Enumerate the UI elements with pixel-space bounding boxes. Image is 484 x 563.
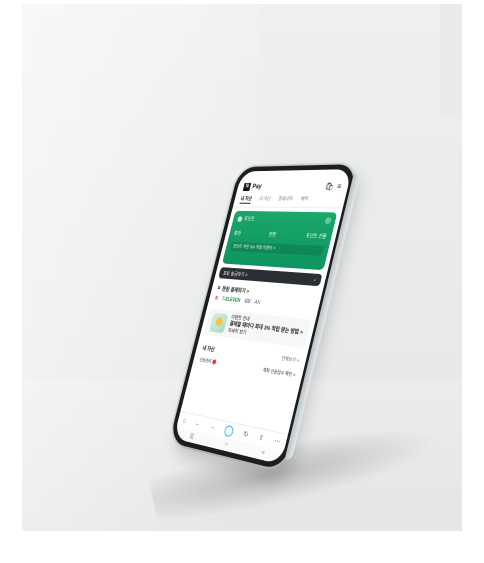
back-icon[interactable]: ← — [194, 420, 201, 428]
logo-mark: N — [243, 182, 252, 190]
brand-7eleven[interactable]: 7-ELEVEN — [221, 296, 240, 303]
app-header: N Pay 🛍 ≡ — [236, 179, 349, 193]
assets-title: 내 자산 — [202, 344, 216, 353]
logo-text: Pay — [252, 183, 263, 189]
back-button[interactable]: < — [261, 450, 265, 457]
npay-brand-icon[interactable]: N — [214, 296, 218, 302]
tab-2[interactable]: 결제내역 — [277, 196, 293, 205]
app-logo[interactable]: N Pay — [243, 182, 263, 190]
credit-value: 계좌 신용점수 확인 > — [262, 367, 296, 378]
smartphone: N Pay 🛍 ≡ 내 자산 내 자산 결제내역 혜택 포인트 충전 전환 포인… — [169, 164, 358, 471]
tab-1[interactable]: 내 자산 — [258, 196, 272, 204]
home-icon[interactable]: ⌂ — [182, 417, 187, 424]
points-title: 포인트 — [243, 216, 255, 223]
charge-button[interactable]: 충전 — [233, 230, 241, 237]
transfer-button[interactable]: 전환 — [268, 231, 277, 238]
brand-ak[interactable]: AK — [254, 300, 261, 306]
points-actions: 충전 전환 포인트 선물 — [233, 230, 327, 240]
share-icon[interactable]: ⇪ — [258, 433, 265, 442]
tab-3[interactable]: 혜택 — [299, 196, 309, 205]
credit-label: 신용관리 — [199, 357, 212, 364]
scan-icon: ⌗ — [217, 285, 221, 292]
forward-icon[interactable]: → — [209, 423, 216, 431]
points-more-icon[interactable] — [324, 217, 332, 224]
points-card[interactable]: 포인트 충전 전환 포인트 선물 포인트 쿠폰 5% 적립 이벤트 > — [222, 211, 337, 270]
points-card-header: 포인트 — [237, 215, 331, 224]
chevron-down-icon: ⌄ — [312, 277, 317, 283]
payment-section-label: 현장 결제하기 > — [221, 285, 250, 295]
brand-cu[interactable]: CU — [244, 299, 251, 305]
photo-transfer-label: 포토 송금하기 > — [222, 270, 248, 278]
tab-0[interactable]: 내 자산 — [239, 196, 252, 204]
assets-link[interactable]: 전체보기 > — [280, 356, 299, 367]
promo-text: 이벤트 안내 결제할 때마다 최대 3% 적립 받는 방법 > 자세히 보기 — [227, 315, 305, 344]
points-promo[interactable]: 포인트 쿠폰 5% 적립 이벤트 > — [230, 242, 325, 256]
menu-icon[interactable]: ≡ — [336, 181, 342, 190]
header-icons: 🛍 ≡ — [324, 181, 342, 190]
gift-button[interactable]: 포인트 선물 — [305, 232, 327, 240]
more-icon[interactable]: ⋯ — [273, 437, 281, 447]
phone-scene: N Pay 🛍 ≡ 내 자산 내 자산 결제내역 혜택 포인트 충전 전환 포인… — [0, 0, 484, 563]
home-button[interactable]: ○ — [224, 442, 228, 449]
recents-button[interactable]: ||| — [189, 433, 194, 440]
cart-icon[interactable]: 🛍 — [324, 182, 335, 191]
coin-illustration-icon — [209, 313, 228, 334]
refresh-icon[interactable]: ↻ — [243, 430, 250, 439]
points-icon — [237, 216, 243, 222]
alert-dot-icon — [212, 360, 217, 365]
naver-icon[interactable] — [224, 424, 235, 437]
tab-bar: 내 자산 내 자산 결제내역 혜택 — [233, 193, 347, 209]
